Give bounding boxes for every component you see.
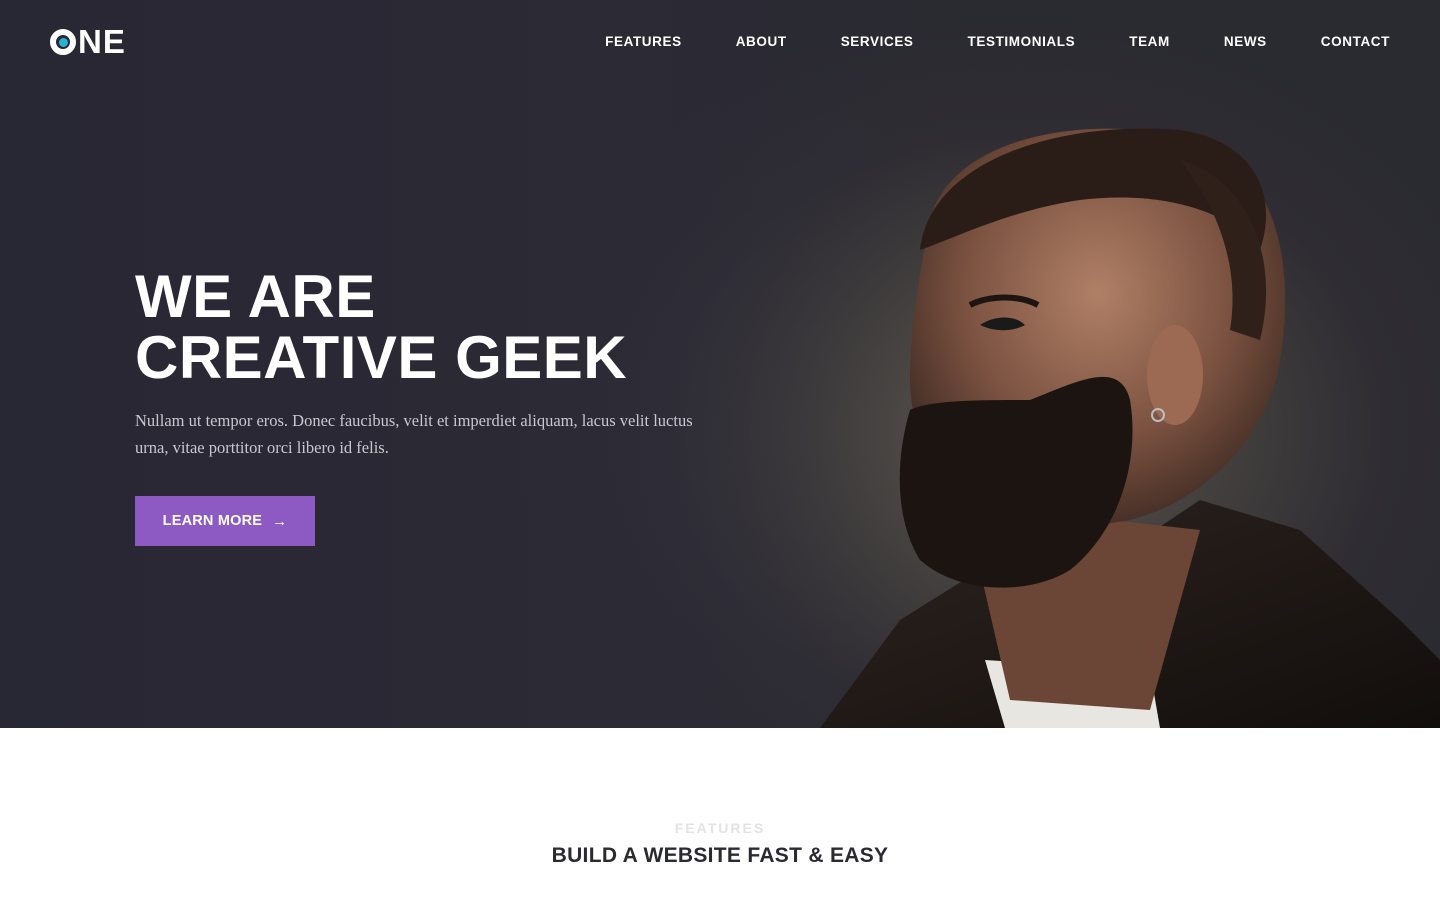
learn-more-button[interactable]: LEARN MORE → — [135, 496, 315, 546]
logo-text: NE — [78, 23, 126, 60]
top-navigation: NE FEATURES ABOUT SERVICES TESTIMONIALS … — [0, 0, 1440, 84]
features-section-title: BUILD A WEBSITE FAST & EASY — [551, 844, 889, 867]
hero-description: Nullam ut tempor eros. Donec faucibus, v… — [135, 411, 693, 457]
nav-item-news[interactable]: NEWS — [1224, 34, 1267, 50]
nav-item-team[interactable]: TEAM — [1129, 34, 1170, 50]
nav-item-contact[interactable]: CONTACT — [1321, 34, 1390, 50]
nav-item-services[interactable]: SERVICES — [841, 34, 914, 50]
nav-item-features[interactable]: FEATURES — [605, 34, 682, 50]
nav-menu: FEATURES ABOUT SERVICES TESTIMONIALS TEA… — [551, 34, 1390, 50]
nav-item-about[interactable]: ABOUT — [736, 34, 787, 50]
hero-portrait-image — [820, 128, 1440, 728]
logo-dot — [58, 37, 68, 47]
hero-title: WE ARE CREATIVE GEEK — [135, 266, 627, 388]
logo-o-icon — [50, 29, 76, 55]
nav-item-testimonials[interactable]: TESTIMONIALS — [968, 34, 1076, 50]
arrow-right-icon: → — [272, 512, 288, 530]
hero-title-line2: CREATIVE GEEK — [135, 324, 628, 391]
learn-more-label: LEARN MORE — [162, 513, 263, 529]
features-section-label: FEATURES — [674, 820, 766, 836]
brand-logo[interactable]: NE — [50, 23, 126, 60]
hero-title-line1: WE ARE — [135, 263, 376, 330]
